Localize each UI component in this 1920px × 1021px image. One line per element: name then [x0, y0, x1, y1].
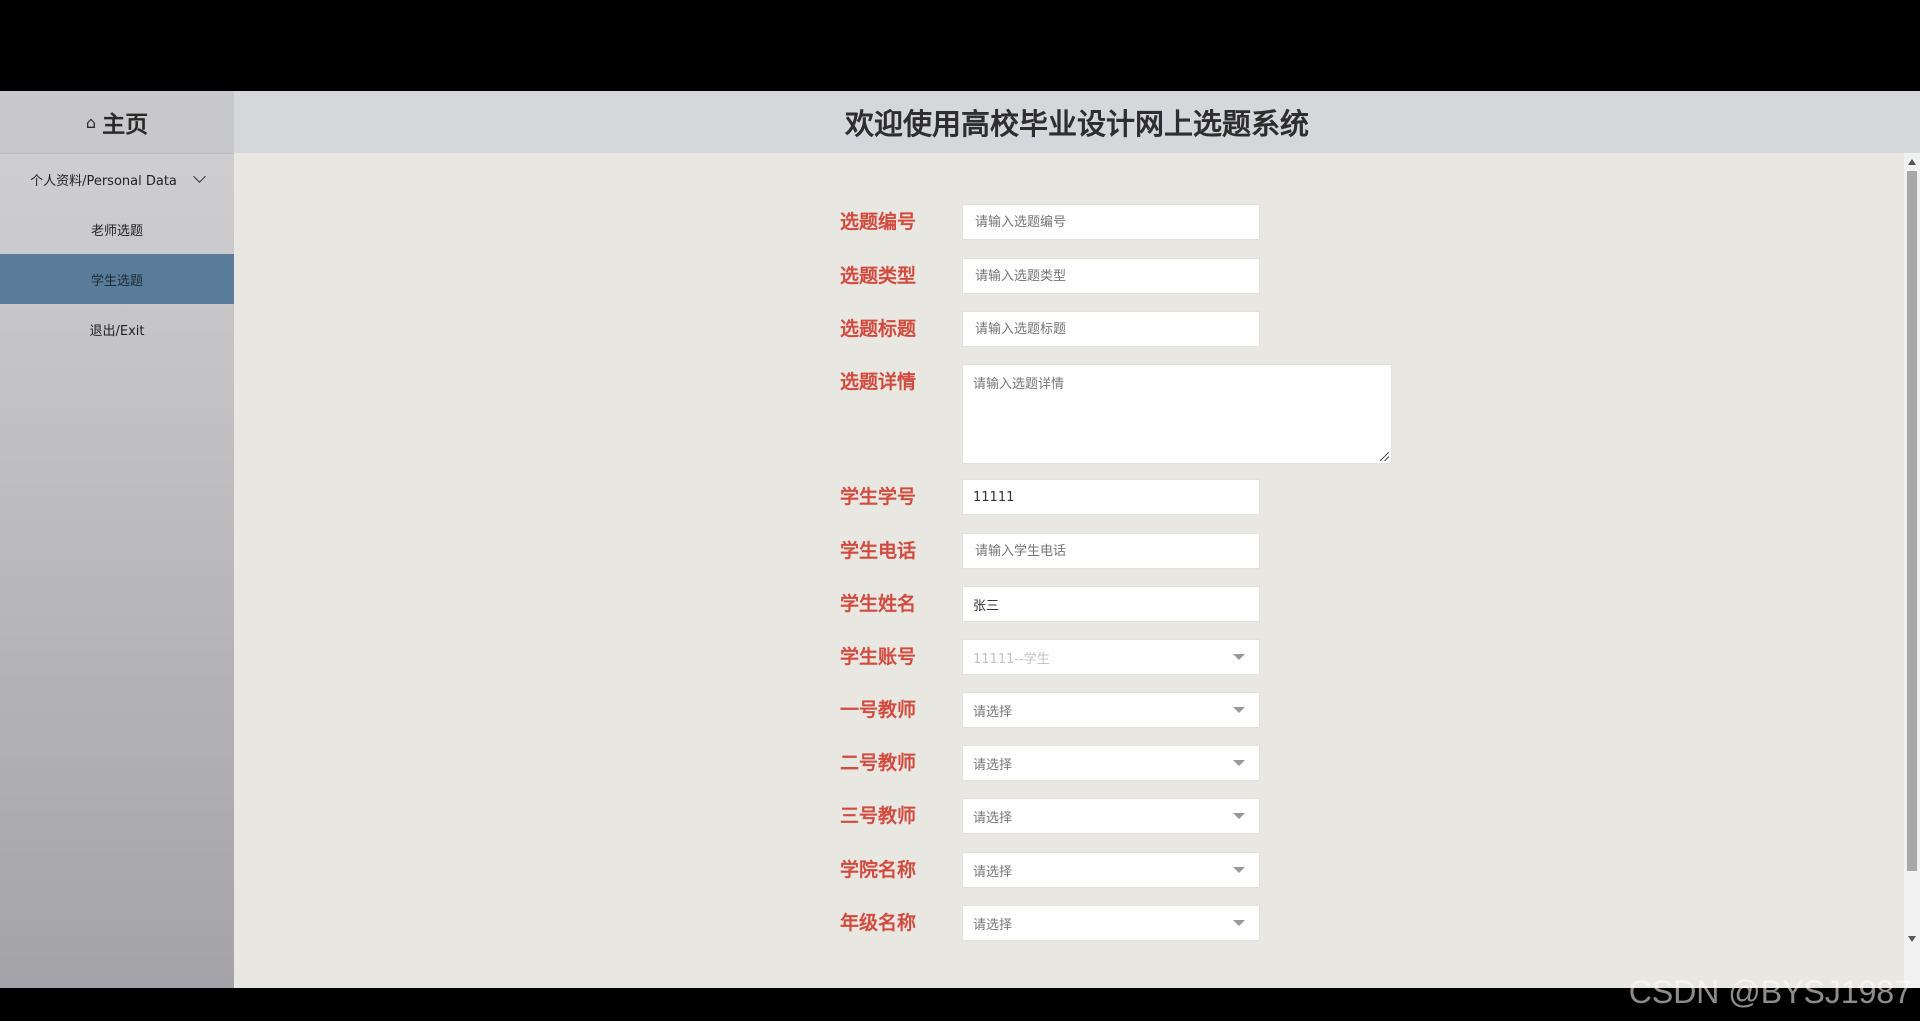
resize-handle-icon[interactable] — [1380, 452, 1389, 461]
grade-label: 年级名称 — [840, 912, 917, 934]
topic-detail-label: 选题详情 — [840, 371, 917, 393]
student-phone-label: 学生电话 — [840, 540, 917, 562]
teacher2-select[interactable]: 请选择 — [962, 745, 1260, 781]
caret-down-icon — [1233, 813, 1245, 819]
teacher1-value: 请选择 — [973, 704, 1013, 720]
sidebar-item-label: 老师选题 — [90, 223, 143, 239]
app-window: ⌂ 主页 个人资料/Personal Data 老师选题 学生选题 退出/Exi… — [0, 91, 1920, 988]
caret-down-icon — [1233, 707, 1245, 713]
topic-title-label: 选题标题 — [840, 318, 917, 340]
sidebar-home[interactable]: ⌂ 主页 — [0, 91, 234, 154]
caret-down-icon — [1233, 867, 1245, 873]
student-id-input[interactable]: 11111 — [962, 479, 1260, 515]
student-phone-input[interactable] — [962, 533, 1260, 569]
page-title: 欢迎使用高校毕业设计网上选题系统 — [844, 109, 1309, 141]
topic-no-input[interactable] — [962, 204, 1260, 240]
scroll-thumb[interactable] — [1907, 171, 1917, 871]
sidebar-item-exit[interactable]: 退出/Exit — [0, 304, 234, 354]
teacher1-label: 一号教师 — [840, 699, 917, 721]
chevron-down-icon — [193, 170, 206, 183]
student-account-label: 学生账号 — [840, 646, 917, 668]
student-account-value: 11111--学生 — [973, 651, 1050, 667]
watermark: CSDN @BYSJ1987 — [1628, 974, 1912, 1010]
topic-no-input-field[interactable] — [973, 213, 1249, 231]
caret-down-icon — [1233, 920, 1245, 926]
teacher1-select[interactable]: 请选择 — [962, 692, 1260, 728]
student-phone-input-field[interactable] — [973, 542, 1249, 560]
sidebar-item-student-topics[interactable]: 学生选题 — [0, 254, 234, 304]
topic-no-label: 选题编号 — [840, 211, 917, 233]
teacher2-value: 请选择 — [973, 757, 1013, 773]
student-name-label: 学生姓名 — [840, 593, 917, 615]
topic-type-input[interactable] — [962, 258, 1260, 294]
student-account-select[interactable]: 11111--学生 — [962, 639, 1260, 675]
topic-type-input-field[interactable] — [973, 267, 1249, 285]
vertical-scrollbar[interactable] — [1904, 153, 1920, 988]
teacher3-value: 请选择 — [973, 810, 1013, 826]
teacher2-label: 二号教师 — [840, 752, 917, 774]
scroll-up-icon[interactable] — [1908, 159, 1916, 165]
sidebar-item-personal-data[interactable]: 个人资料/Personal Data — [0, 154, 234, 204]
sidebar-item-label: 学生选题 — [90, 273, 143, 289]
student-id-value: 11111 — [973, 489, 1015, 505]
caret-down-icon — [1233, 654, 1245, 660]
student-id-label: 学生学号 — [840, 486, 917, 508]
topic-detail-textarea[interactable]: 请输入选题详情 — [962, 364, 1392, 464]
caret-down-icon — [1233, 760, 1245, 766]
topic-title-input-field[interactable] — [973, 320, 1249, 338]
topic-detail-placeholder: 请输入选题详情 — [973, 377, 1065, 392]
sidebar: ⌂ 主页 个人资料/Personal Data 老师选题 学生选题 退出/Exi… — [0, 91, 234, 988]
teacher3-label: 三号教师 — [840, 805, 917, 827]
page-header: 欢迎使用高校毕业设计网上选题系统 — [234, 91, 1920, 153]
college-label: 学院名称 — [840, 859, 917, 881]
topic-title-input[interactable] — [962, 311, 1260, 347]
teacher3-select[interactable]: 请选择 — [962, 798, 1260, 834]
grade-select[interactable]: 请选择 — [962, 905, 1260, 941]
scroll-down-icon[interactable] — [1908, 936, 1916, 942]
student-name-value: 张三 — [973, 598, 1000, 614]
sidebar-item-label: 退出/Exit — [89, 323, 145, 339]
college-select[interactable]: 请选择 — [962, 852, 1260, 888]
grade-value: 请选择 — [973, 917, 1013, 933]
home-icon: ⌂ — [85, 112, 97, 132]
college-value: 请选择 — [973, 864, 1013, 880]
sidebar-home-label: 主页 — [102, 112, 149, 138]
sidebar-item-label: 个人资料/Personal Data — [30, 173, 177, 189]
topic-type-label: 选题类型 — [840, 265, 917, 287]
sidebar-item-teacher-topics[interactable]: 老师选题 — [0, 204, 234, 254]
student-name-input[interactable]: 张三 — [962, 586, 1260, 622]
